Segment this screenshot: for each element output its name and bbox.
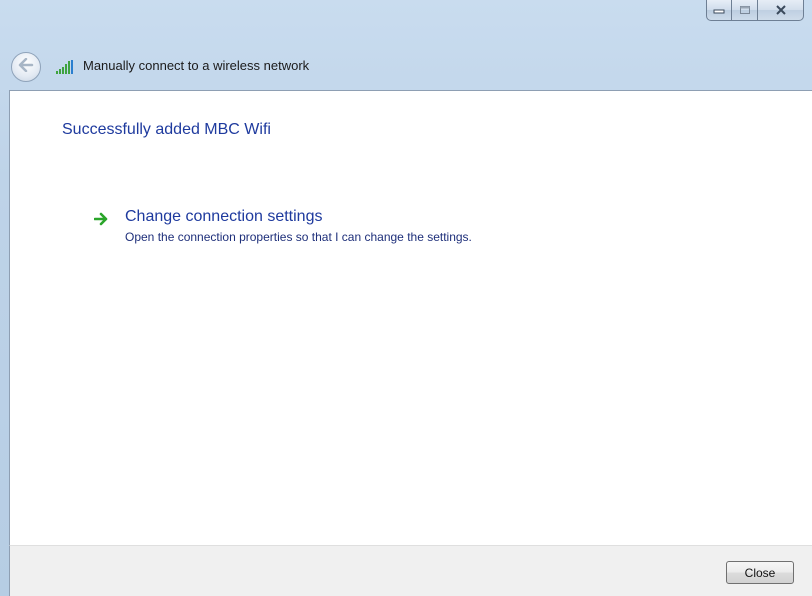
minimize-icon xyxy=(713,6,725,14)
content-panel: Successfully added MBC Wifi Change conne… xyxy=(9,90,812,545)
dialog-footer: Close xyxy=(9,545,812,596)
dialog-header: Manually connect to a wireless network xyxy=(0,40,812,90)
status-headline: Successfully added MBC Wifi xyxy=(62,121,271,138)
close-icon xyxy=(775,5,787,15)
link-description: Open the connection properties so that I… xyxy=(125,230,472,244)
wireless-signal-icon xyxy=(56,60,76,74)
link-title[interactable]: Change connection settings xyxy=(125,207,472,227)
back-button[interactable] xyxy=(11,52,41,82)
green-arrow-icon xyxy=(93,212,110,226)
dialog-title: Manually connect to a wireless network xyxy=(83,58,310,73)
change-connection-settings-link[interactable]: Change connection settings Open the conn… xyxy=(93,207,472,245)
back-arrow-icon xyxy=(18,57,34,77)
close-button[interactable]: Close xyxy=(726,561,794,584)
window-close-button[interactable] xyxy=(758,0,804,21)
minimize-button[interactable] xyxy=(706,0,732,21)
dialog-window: Manually connect to a wireless network S… xyxy=(0,0,812,596)
maximize-icon xyxy=(739,5,751,15)
maximize-button[interactable] xyxy=(732,0,758,21)
window-controls xyxy=(706,0,804,21)
